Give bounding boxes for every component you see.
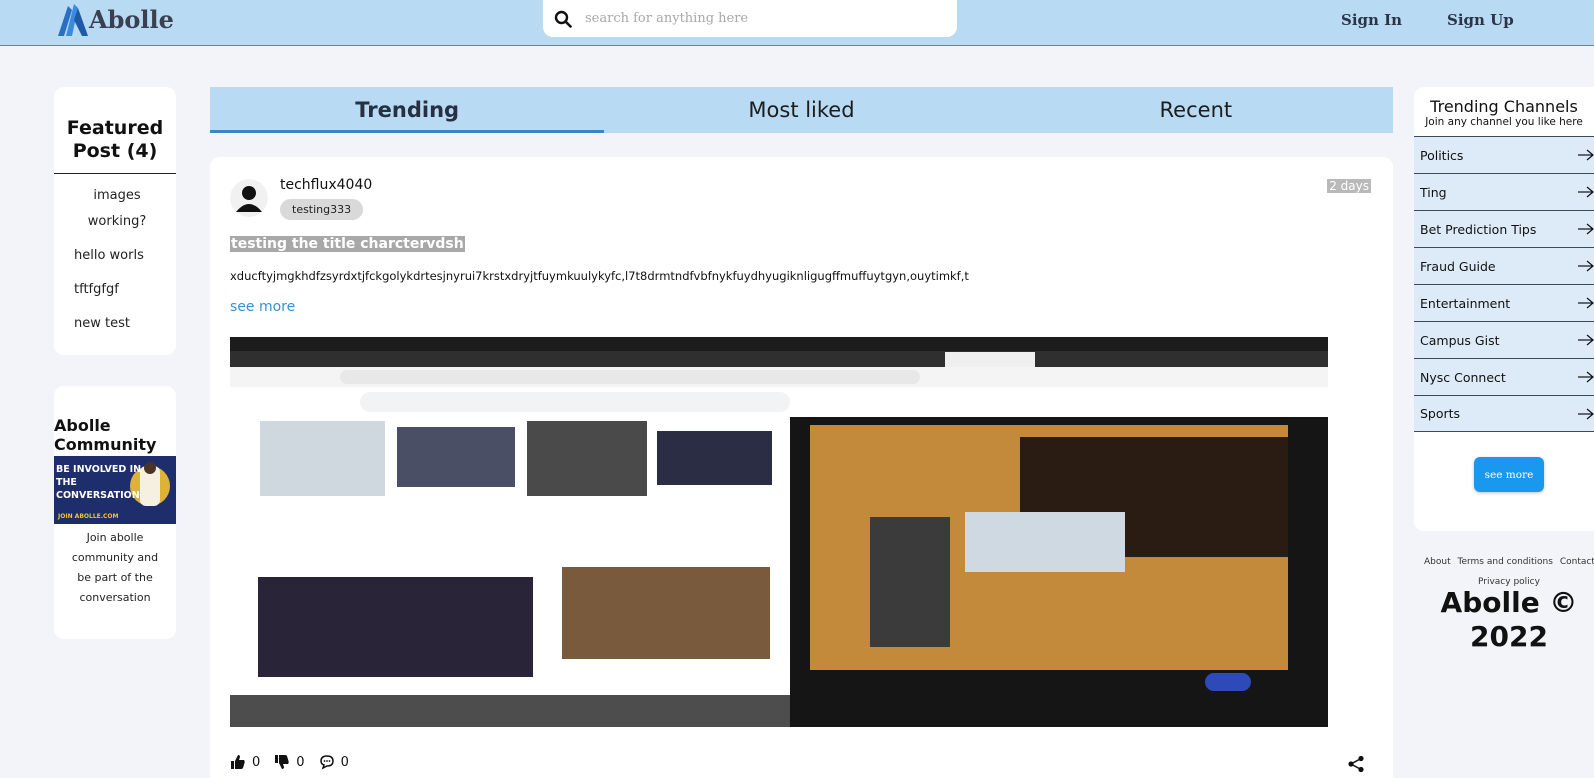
featured-post-item[interactable]: images working? xyxy=(74,183,176,235)
featured-posts-list: images working? hello worls tftfgfgf new… xyxy=(54,174,176,337)
site-name: Abolle xyxy=(89,4,174,34)
channel-item-nysc-connect[interactable]: Nysc Connect xyxy=(1414,358,1594,395)
trending-channels-subtitle: Join any channel you like here xyxy=(1425,116,1583,128)
community-description: Join abolle community and be part of the… xyxy=(71,531,159,604)
top-navbar: Abolle Sign In Sign Up xyxy=(0,0,1594,46)
featured-post-item[interactable]: hello worls xyxy=(74,243,176,269)
banner-subtext: JOIN ABOLLE.COM xyxy=(58,513,119,520)
channel-label: Bet Prediction Tips xyxy=(1420,221,1537,237)
comment-count: 0 xyxy=(340,754,349,770)
trending-channels-card: Trending Channels Join any channel you l… xyxy=(1414,87,1594,531)
search-icon[interactable] xyxy=(554,10,572,28)
featured-posts-card: Featured Post (4) images working? hello … xyxy=(54,87,176,355)
featured-posts-title: Featured Post (4) xyxy=(54,87,176,174)
tab-most-liked[interactable]: Most liked xyxy=(604,87,998,133)
post-author[interactable]: techflux4040 xyxy=(280,177,372,193)
arrow-right-icon xyxy=(1578,297,1594,309)
post-card: techflux4040 testing333 2 days testing t… xyxy=(210,157,1393,778)
channel-item-politics[interactable]: Politics xyxy=(1414,136,1594,173)
post-image[interactable] xyxy=(230,337,1328,727)
community-banner-image[interactable]: BE INVOLVED IN THE CONVERSATION JOIN ABO… xyxy=(54,456,176,524)
arrow-right-icon xyxy=(1578,260,1594,272)
post-tag[interactable]: testing333 xyxy=(280,199,364,220)
channel-label: Entertainment xyxy=(1420,295,1511,311)
dislike-button[interactable]: 0 xyxy=(274,754,305,770)
community-title: Abolle Community xyxy=(54,416,157,454)
sign-in-link[interactable]: Sign In xyxy=(1341,11,1402,29)
screenshot-image-icon xyxy=(230,337,1328,727)
post-timestamp: 2 days xyxy=(1327,179,1371,193)
comment-icon xyxy=(319,755,334,770)
banner-headline: BE INVOLVED IN THE CONVERSATION xyxy=(56,464,142,501)
channel-label: Fraud Guide xyxy=(1420,258,1496,274)
like-button[interactable]: 0 xyxy=(230,754,260,770)
arrow-right-icon xyxy=(1578,223,1594,235)
channel-item-campus-gist[interactable]: Campus Gist xyxy=(1414,321,1594,358)
channel-label: Politics xyxy=(1420,147,1464,163)
arrow-right-icon xyxy=(1578,408,1594,419)
share-icon[interactable] xyxy=(1347,755,1365,773)
channel-item-sports[interactable]: Sports xyxy=(1414,395,1594,432)
channels-see-more-button[interactable]: see more xyxy=(1474,457,1544,492)
sign-up-link[interactable]: Sign Up xyxy=(1447,11,1514,29)
search-input[interactable] xyxy=(585,11,945,26)
arrow-right-icon xyxy=(1578,149,1594,161)
copyright-text: Abolle © 2022 xyxy=(1440,586,1578,653)
like-count: 0 xyxy=(252,754,261,770)
channel-item-ting[interactable]: Ting xyxy=(1414,173,1594,210)
footer-contact-link[interactable]: Contact xyxy=(1560,557,1594,567)
trending-channels-title: Trending Channels xyxy=(1430,97,1578,116)
channel-item-entertainment[interactable]: Entertainment xyxy=(1414,284,1594,321)
channel-label: Nysc Connect xyxy=(1420,369,1506,385)
channel-list: Politics Ting Bet Prediction Tips Fraud … xyxy=(1414,136,1594,432)
post-title[interactable]: testing the title charctervdsh xyxy=(230,236,465,252)
search-bar xyxy=(543,0,957,37)
footer-about-link[interactable]: About xyxy=(1424,557,1451,567)
user-avatar-icon[interactable] xyxy=(230,179,268,217)
arrow-right-icon xyxy=(1578,371,1594,383)
arrow-right-icon xyxy=(1578,186,1594,198)
feed-tabs: Trending Most liked Recent xyxy=(210,87,1393,133)
channel-label: Campus Gist xyxy=(1420,332,1500,348)
footer-terms-link[interactable]: Terms and conditions xyxy=(1457,557,1552,567)
site-logo[interactable]: Abolle xyxy=(54,0,174,38)
featured-post-item[interactable]: new test xyxy=(74,311,176,337)
tab-trending[interactable]: Trending xyxy=(210,87,605,133)
thumbs-down-icon xyxy=(275,755,289,769)
post-body: xducftyjmgkhdfzsyrdxtjfckgolykdrtesjnyru… xyxy=(230,269,969,283)
comment-button[interactable]: 0 xyxy=(319,754,349,770)
channel-label: Sports xyxy=(1420,406,1461,421)
abolle-logo-icon xyxy=(58,4,88,36)
see-more-link[interactable]: see more xyxy=(230,299,295,315)
footer-links: About Terms and conditions Contact xyxy=(1424,557,1594,567)
thumbs-up-icon xyxy=(231,755,245,769)
channel-item-fraud-guide[interactable]: Fraud Guide xyxy=(1414,247,1594,284)
community-card: Abolle Community BE INVOLVED IN THE CONV… xyxy=(54,386,176,639)
featured-post-item[interactable]: tftfgfgf xyxy=(74,277,176,303)
tab-recent[interactable]: Recent xyxy=(999,87,1393,133)
channel-item-bet-prediction-tips[interactable]: Bet Prediction Tips xyxy=(1414,210,1594,247)
post-actions: 0 0 0 xyxy=(230,754,357,770)
dislike-count: 0 xyxy=(296,754,305,770)
arrow-right-icon xyxy=(1578,334,1594,346)
channel-label: Ting xyxy=(1420,184,1447,200)
